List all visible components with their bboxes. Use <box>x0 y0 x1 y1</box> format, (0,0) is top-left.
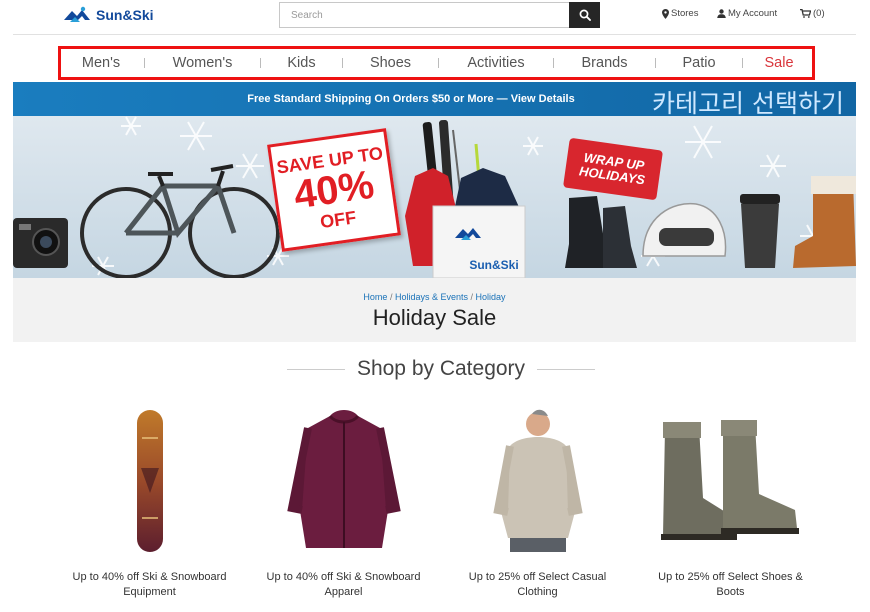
nav-item-mens[interactable]: Men's <box>58 55 144 71</box>
box-logo: Sun&Ski <box>453 224 535 272</box>
nav-item-kids[interactable]: Kids <box>261 55 342 71</box>
hero-banner[interactable]: SAVE UP TO 40% OFF WRAP UP HOLIDAYS Sun&… <box>13 116 856 278</box>
breadcrumb-holiday[interactable]: Holiday <box>476 292 506 302</box>
nav-item-patio[interactable]: Patio <box>656 55 742 71</box>
heading-rule-right <box>537 368 596 370</box>
ski-boots-product <box>565 196 637 268</box>
breadcrumb-home[interactable]: Home <box>363 292 387 302</box>
casual-clothing-image <box>493 409 583 552</box>
breadcrumb-holidays-events[interactable]: Holidays & Events <box>395 292 468 302</box>
search-button[interactable] <box>569 2 600 28</box>
snowboard-image <box>137 410 163 552</box>
my-account-link[interactable]: My Account <box>717 8 777 19</box>
jacket-image <box>287 410 401 548</box>
logo-mountain-icon <box>64 6 90 22</box>
tumbler-product <box>740 194 780 268</box>
logo-text: Sun&Ski <box>96 7 154 23</box>
user-icon <box>717 9 726 18</box>
shipping-banner[interactable]: Free Standard Shipping On Orders $50 or … <box>13 82 856 118</box>
category-card-ski-equipment[interactable]: Up to 40% off Ski & Snowboard Equipment <box>62 398 237 610</box>
save-line-2: 40% <box>291 162 377 218</box>
category-card-casual-clothing[interactable]: Up to 25% off Select Casual Clothing <box>450 398 625 610</box>
box-logo-text: Sun&Ski <box>469 258 519 272</box>
search-icon <box>579 9 591 21</box>
nav-item-womens[interactable]: Women's <box>145 55 260 71</box>
title-band: Home / Holidays & Events / Holiday Holid… <box>13 278 856 342</box>
hero-illustration <box>13 116 856 278</box>
search-input[interactable] <box>279 2 569 28</box>
cart-count: (0) <box>813 8 825 19</box>
helmet-product <box>642 202 727 257</box>
breadcrumb: Home / Holidays & Events / Holiday <box>13 292 856 302</box>
save-line-3: OFF <box>318 207 358 233</box>
cart-icon <box>800 9 811 18</box>
annotation-text: 카테고리 선택하기 <box>652 89 844 118</box>
save-tag: SAVE UP TO 40% OFF <box>267 128 401 252</box>
category-card-label: Up to 40% off Ski & Snowboard Apparel <box>266 571 421 598</box>
camera-product <box>13 218 68 268</box>
bicycle-product <box>80 164 280 278</box>
cart-link[interactable]: (0) <box>800 8 825 19</box>
map-pin-icon <box>662 8 669 19</box>
stores-link[interactable]: Stores <box>662 8 698 19</box>
site-logo[interactable]: Sun&Ski <box>62 4 154 26</box>
logo-mountain-icon <box>455 228 481 240</box>
category-card-label: Up to 40% off Ski & Snowboard Equipment <box>72 571 227 598</box>
category-card-ski-apparel[interactable]: Up to 40% off Ski & Snowboard Apparel <box>256 398 431 610</box>
boots-image <box>661 420 799 540</box>
nav-item-sale[interactable]: Sale <box>743 55 815 71</box>
category-heading-text: Shop by Category <box>356 357 526 380</box>
category-card-label: Up to 25% off Select Shoes & Boots <box>658 571 803 598</box>
category-heading: Shop by Category <box>276 355 606 383</box>
main-nav: Men's Women's Kids Shoes Activities Bran… <box>58 46 815 80</box>
winter-boot-product <box>793 176 856 268</box>
nav-item-activities[interactable]: Activities <box>439 55 553 71</box>
category-card-shoes-boots[interactable]: Up to 25% off Select Shoes & Boots <box>643 398 818 610</box>
nav-item-brands[interactable]: Brands <box>554 55 655 71</box>
my-account-label: My Account <box>728 8 778 19</box>
category-card-label: Up to 25% off Select Casual Clothing <box>468 571 607 598</box>
page-title: Holiday Sale <box>372 305 497 330</box>
header-divider <box>13 34 856 35</box>
nav-item-shoes[interactable]: Shoes <box>343 55 438 71</box>
stores-label: Stores <box>671 8 699 19</box>
heading-rule-left <box>286 368 345 370</box>
